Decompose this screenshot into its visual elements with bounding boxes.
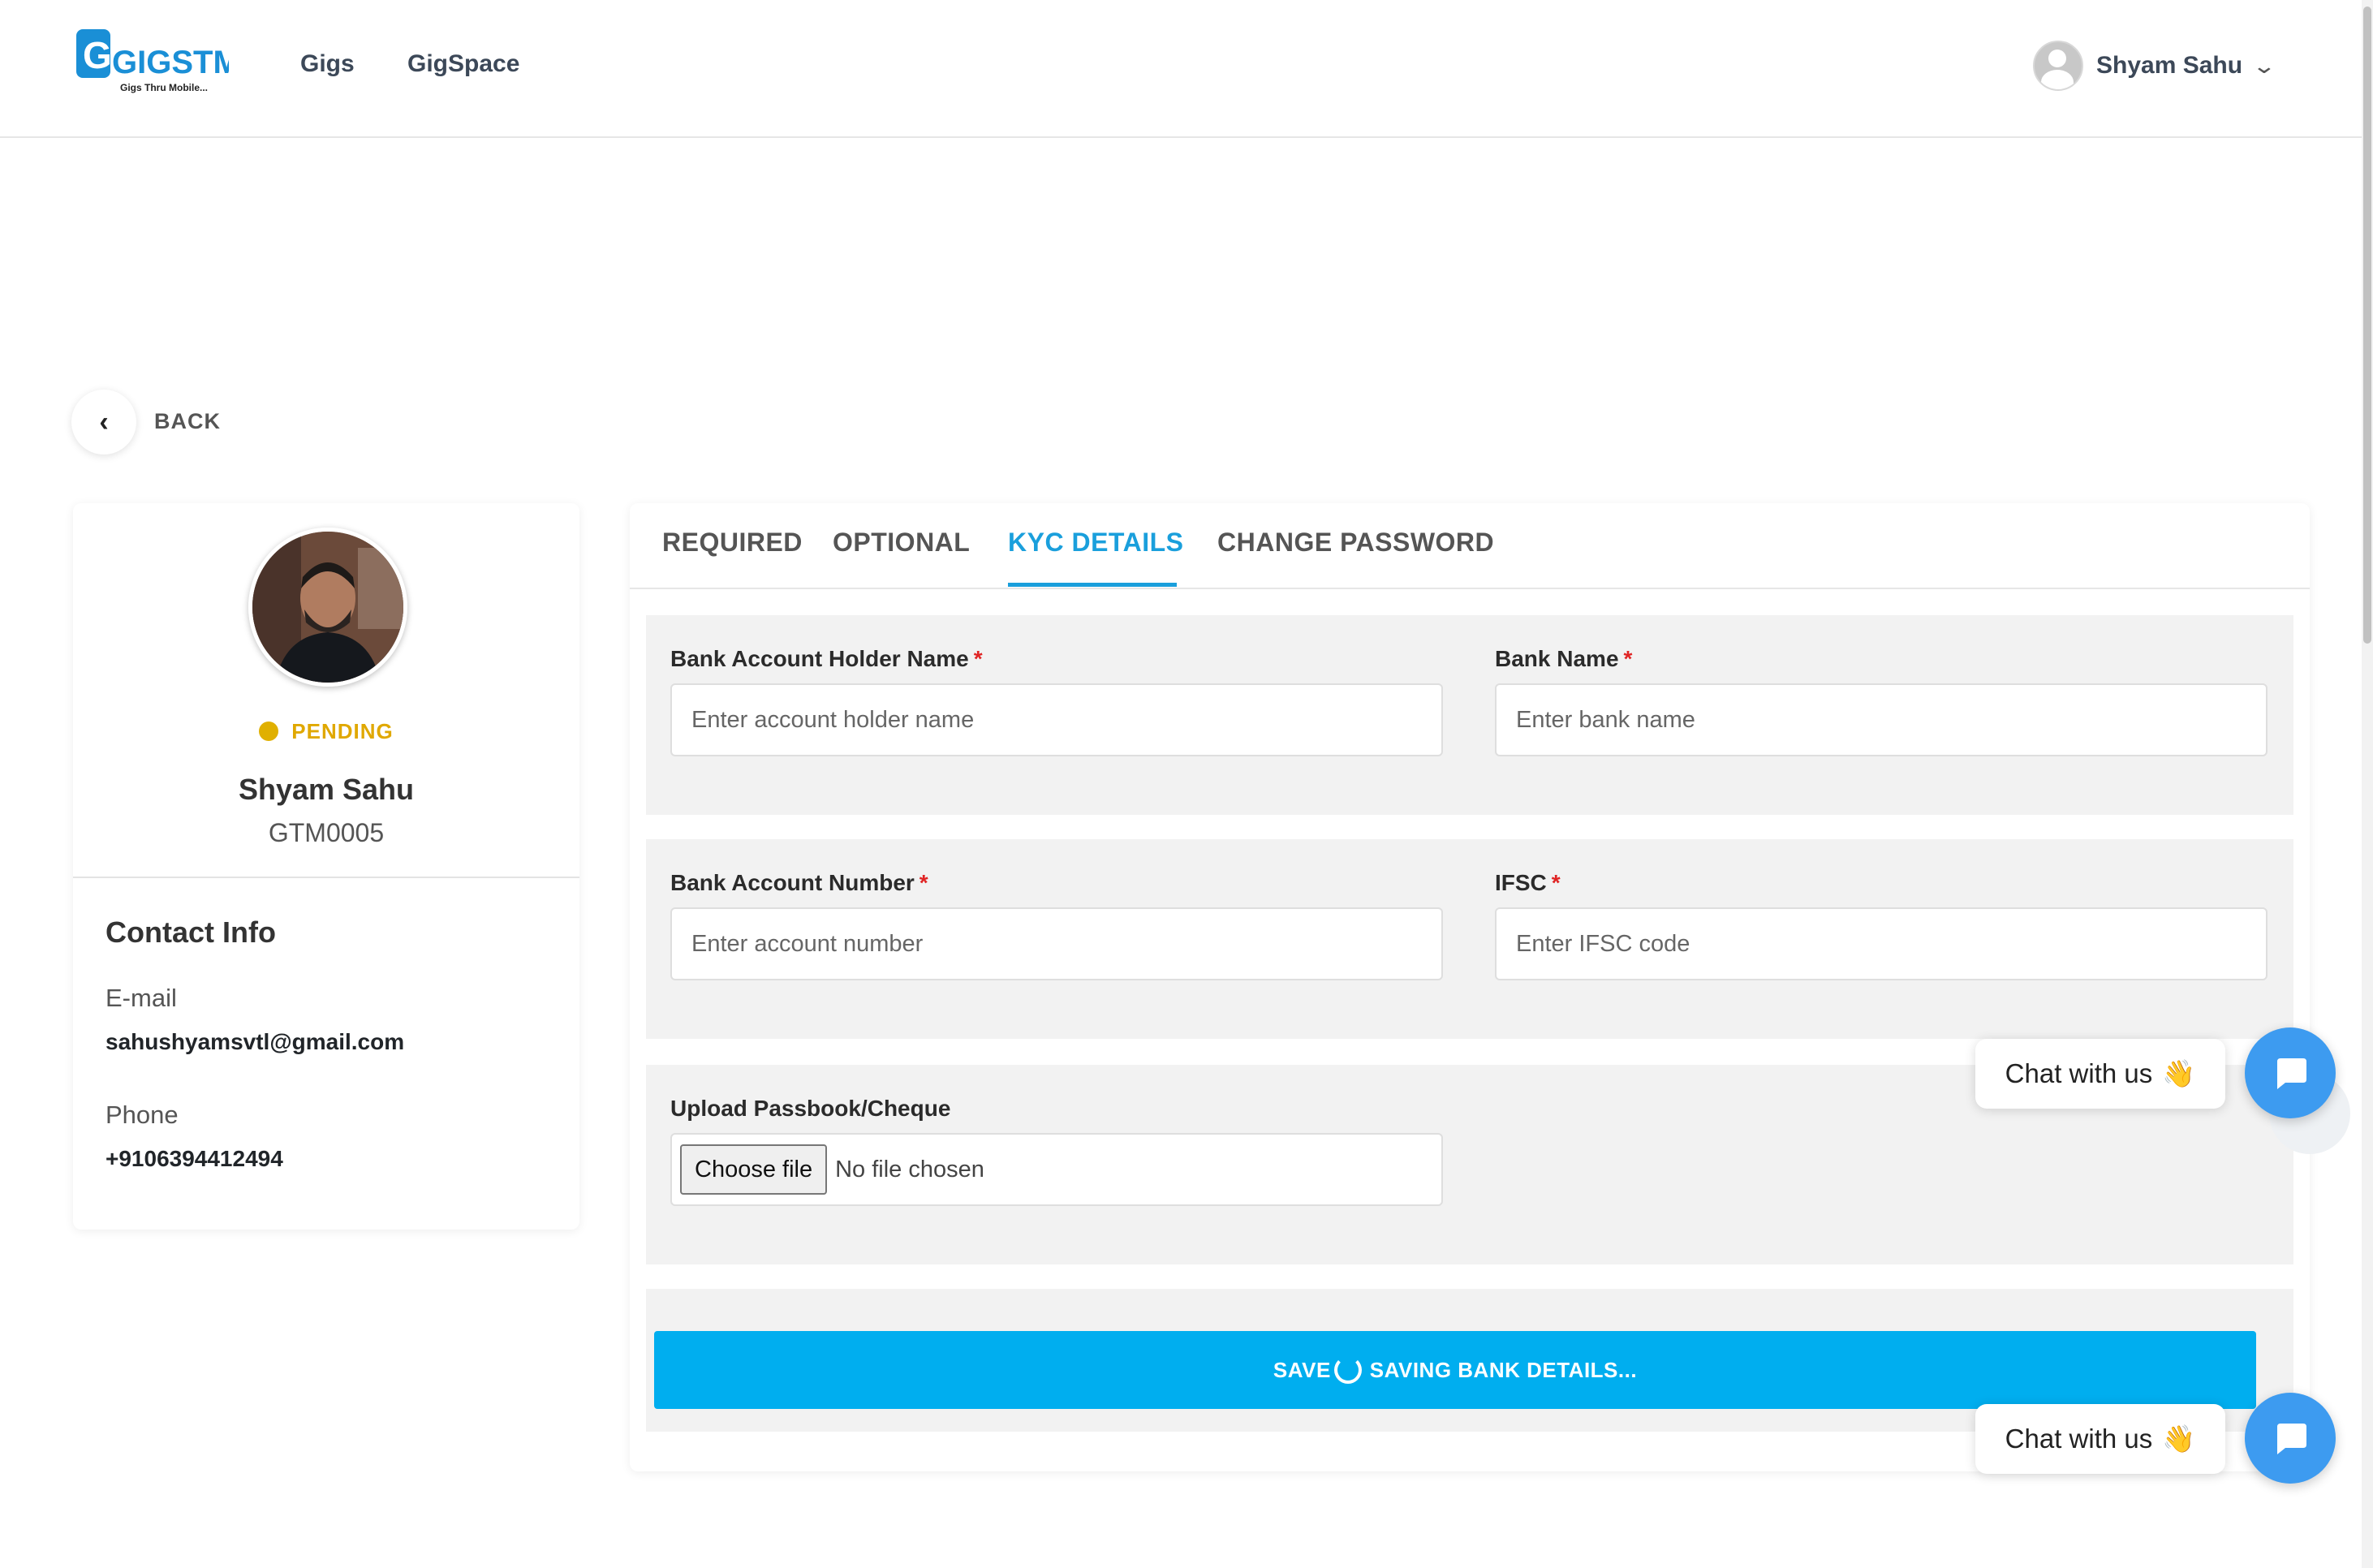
upload-label: Upload Passbook/Cheque (670, 1096, 951, 1121)
holder-label: Bank Account Holder Name * (670, 646, 983, 671)
user-avatar-icon (2033, 41, 2083, 91)
ifsc-label: IFSC * (1495, 870, 1561, 895)
loading-spinner-icon (1333, 1356, 1362, 1384)
active-tab-indicator (1008, 583, 1177, 587)
chat-with-us-label[interactable]: Chat with us 👋 (1975, 1404, 2225, 1474)
required-mark: * (1623, 646, 1633, 671)
back-label[interactable]: BACK (154, 409, 221, 434)
profile-photo (248, 528, 407, 687)
bank-name-label: Bank Name * (1495, 646, 1633, 671)
file-status: No file chosen (835, 1156, 984, 1182)
chevron-left-icon: ‹ (99, 406, 109, 437)
required-mark: * (919, 870, 928, 895)
email-value: sahushyamsvtl@gmail.com (106, 1029, 405, 1054)
phone-label: Phone (106, 1101, 179, 1129)
kyc-card: REQUIRED OPTIONAL KYC DETAILS CHANGE PAS… (630, 503, 2310, 1471)
tab-change-password[interactable]: CHANGE PASSWORD (1217, 528, 1494, 558)
waving-hand-icon: 👋 (2162, 1058, 2196, 1088)
account-number-section: Bank Account Number * Enter account numbe… (646, 839, 2293, 1039)
profile-id: GTM0005 (268, 818, 385, 847)
chat-bubble-icon (2277, 1058, 2306, 1089)
chat-with-us-label[interactable]: Chat with us 👋 (1975, 1039, 2225, 1109)
file-input[interactable]: Choose file No file chosen (670, 1133, 1443, 1206)
divider (73, 877, 579, 878)
account-holder-input[interactable]: Enter account holder name (670, 683, 1443, 756)
ifsc-input[interactable]: Enter IFSC code (1495, 907, 2267, 980)
svg-text:Gigs Thru Mobile...: Gigs Thru Mobile... (120, 82, 208, 93)
choose-file-button[interactable]: Choose file (680, 1144, 828, 1195)
email-label: E-mail (106, 984, 177, 1012)
user-name: Shyam Sahu (2096, 52, 2243, 79)
required-mark: * (1551, 870, 1561, 895)
bank-name-input[interactable]: Enter bank name (1495, 683, 2267, 756)
profile-card: PENDING Shyam Sahu GTM0005 Contact Info … (73, 503, 579, 1230)
tab-optional[interactable]: OPTIONAL (833, 528, 970, 558)
user-menu[interactable]: Shyam Sahu ⌄ (2033, 41, 2276, 91)
scrollbar-thumb[interactable] (2363, 6, 2371, 644)
status-badge: PENDING (73, 719, 579, 744)
account-number-label: Bank Account Number * (670, 870, 928, 895)
required-mark: * (973, 646, 983, 671)
svg-text:GIGSTM: GIGSTM (112, 45, 229, 80)
svg-text:G: G (83, 34, 112, 76)
chat-launcher-button[interactable] (2245, 1027, 2336, 1118)
nav-gigspace[interactable]: GigSpace (407, 50, 519, 78)
top-navbar: G GIGSTM Gigs Thru Mobile... Gigs GigSpa… (0, 0, 2362, 138)
tab-required[interactable]: REQUIRED (662, 528, 803, 558)
save-button[interactable]: SAVE SAVING BANK DETAILS... (654, 1331, 2256, 1409)
back-button[interactable]: ‹ (71, 390, 136, 454)
chat-launcher-button[interactable] (2245, 1393, 2336, 1484)
profile-name: Shyam Sahu (238, 773, 415, 806)
chevron-down-icon: ⌄ (2251, 53, 2277, 78)
tab-bar: REQUIRED OPTIONAL KYC DETAILS CHANGE PAS… (630, 503, 2310, 589)
phone-value: +9106394412494 (106, 1146, 283, 1171)
gigstm-logo[interactable]: G GIGSTM Gigs Thru Mobile... (75, 26, 229, 97)
nav-gigs[interactable]: Gigs (300, 50, 355, 78)
waving-hand-icon: 👋 (2162, 1423, 2196, 1454)
chat-bubble-icon (2277, 1424, 2306, 1454)
tab-kyc-details[interactable]: KYC DETAILS (1008, 528, 1183, 558)
contact-info-title: Contact Info (106, 915, 276, 949)
status-dot-icon (259, 722, 279, 741)
account-number-input[interactable]: Enter account number (670, 907, 1443, 980)
bank-name-section: Bank Account Holder Name * Enter account … (646, 615, 2293, 815)
profile-photo-image (252, 532, 403, 683)
